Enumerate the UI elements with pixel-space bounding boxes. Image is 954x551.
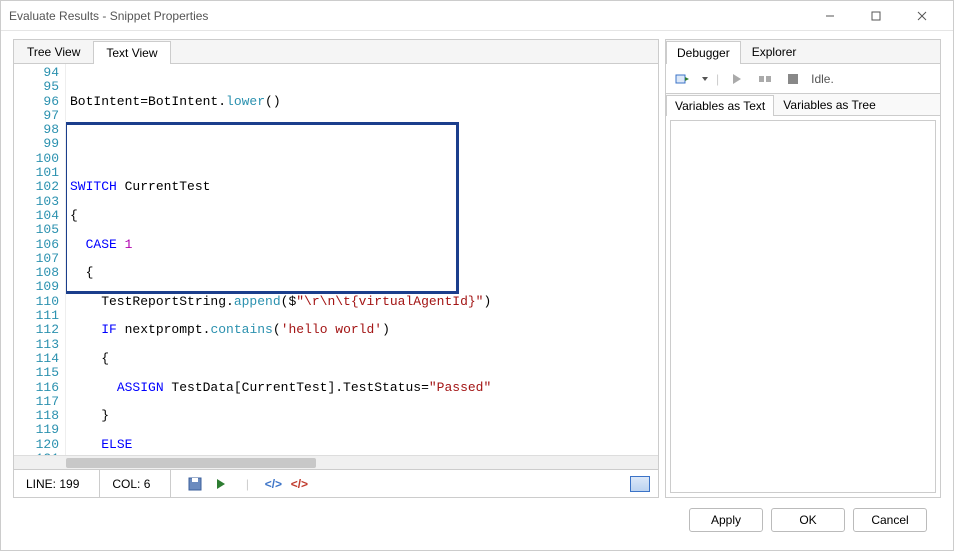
chevron-down-icon[interactable] — [702, 77, 708, 81]
highlight-box — [66, 122, 459, 294]
view-tabs: Tree View Text View — [14, 40, 658, 64]
code-area[interactable]: 94 95 96 97 98 99 100 101 102 103 104 10… — [14, 64, 658, 455]
close-button[interactable] — [899, 2, 945, 30]
separator-icon: | — [716, 72, 719, 86]
tab-explorer[interactable]: Explorer — [741, 40, 808, 63]
titlebar: Evaluate Results - Snippet Properties — [1, 1, 953, 31]
tab-text-view[interactable]: Text View — [93, 41, 170, 64]
debug-start-button[interactable] — [672, 69, 692, 89]
status-line: LINE: 199 — [22, 470, 100, 497]
main-row: Tree View Text View 94 95 96 97 98 99 10… — [13, 39, 941, 498]
code-line: { — [70, 265, 93, 280]
statusbar: LINE: 199 COL: 6 | </> </> — [14, 469, 658, 497]
debug-stop-button[interactable] — [783, 69, 803, 89]
content: Tree View Text View 94 95 96 97 98 99 10… — [1, 31, 953, 550]
right-tabs: Debugger Explorer — [666, 40, 940, 64]
code-line: { — [70, 208, 78, 223]
debugger-toolbar: | Idle. — [666, 64, 940, 94]
save-icon[interactable] — [187, 476, 203, 492]
code-line: SWITCH CurrentTest — [70, 179, 210, 194]
run-icon[interactable] — [213, 476, 229, 492]
code-tag-red-icon[interactable]: </> — [291, 476, 307, 492]
minimize-button[interactable] — [807, 2, 853, 30]
tab-variables-text[interactable]: Variables as Text — [666, 95, 774, 116]
code-line: ASSIGN TestData[CurrentTest].TestStatus=… — [70, 380, 491, 395]
debug-step-button[interactable] — [755, 69, 775, 89]
view-mode-icon[interactable] — [630, 476, 650, 492]
separator-icon: | — [239, 476, 255, 492]
code-line: IF nextprompt.contains('hello world') — [70, 322, 390, 337]
ok-button[interactable]: OK — [771, 508, 845, 532]
status-icons: | </> </> — [179, 476, 307, 492]
variables-body[interactable] — [670, 120, 936, 493]
code-body[interactable]: BotIntent=BotIntent.lower() SWITCH Curre… — [66, 64, 658, 455]
code-tag-icon[interactable]: </> — [265, 476, 281, 492]
window: Evaluate Results - Snippet Properties Tr… — [0, 0, 954, 551]
code-line: BotIntent=BotIntent.lower() — [70, 94, 281, 109]
code-line: TestReportString.append($"\r\n\t{virtual… — [70, 294, 491, 309]
tab-tree-view[interactable]: Tree View — [14, 40, 93, 63]
code-line — [70, 151, 78, 166]
apply-button[interactable]: Apply — [689, 508, 763, 532]
line-gutter: 94 95 96 97 98 99 100 101 102 103 104 10… — [14, 64, 66, 455]
editor-panel: Tree View Text View 94 95 96 97 98 99 10… — [13, 39, 659, 498]
tab-debugger[interactable]: Debugger — [666, 41, 741, 64]
code-line: ELSE — [70, 437, 132, 452]
scrollbar-thumb[interactable] — [66, 458, 316, 468]
debug-status: Idle. — [811, 72, 834, 86]
window-controls — [807, 2, 945, 30]
code-line: } — [70, 408, 109, 423]
code-line: { — [70, 351, 109, 366]
cancel-button[interactable]: Cancel — [853, 508, 927, 532]
horizontal-scrollbar[interactable] — [14, 455, 658, 469]
variable-tabs: Variables as Text Variables as Tree — [666, 94, 940, 116]
debugger-panel: Debugger Explorer | Idle. Variables as T… — [665, 39, 941, 498]
debug-continue-button[interactable] — [727, 69, 747, 89]
tab-variables-tree[interactable]: Variables as Tree — [774, 94, 885, 115]
dialog-buttons: Apply OK Cancel — [13, 498, 941, 538]
code-line: CASE 1 — [70, 237, 132, 252]
code-line — [70, 122, 78, 137]
maximize-button[interactable] — [853, 2, 899, 30]
window-title: Evaluate Results - Snippet Properties — [9, 9, 807, 23]
status-col: COL: 6 — [108, 470, 171, 497]
